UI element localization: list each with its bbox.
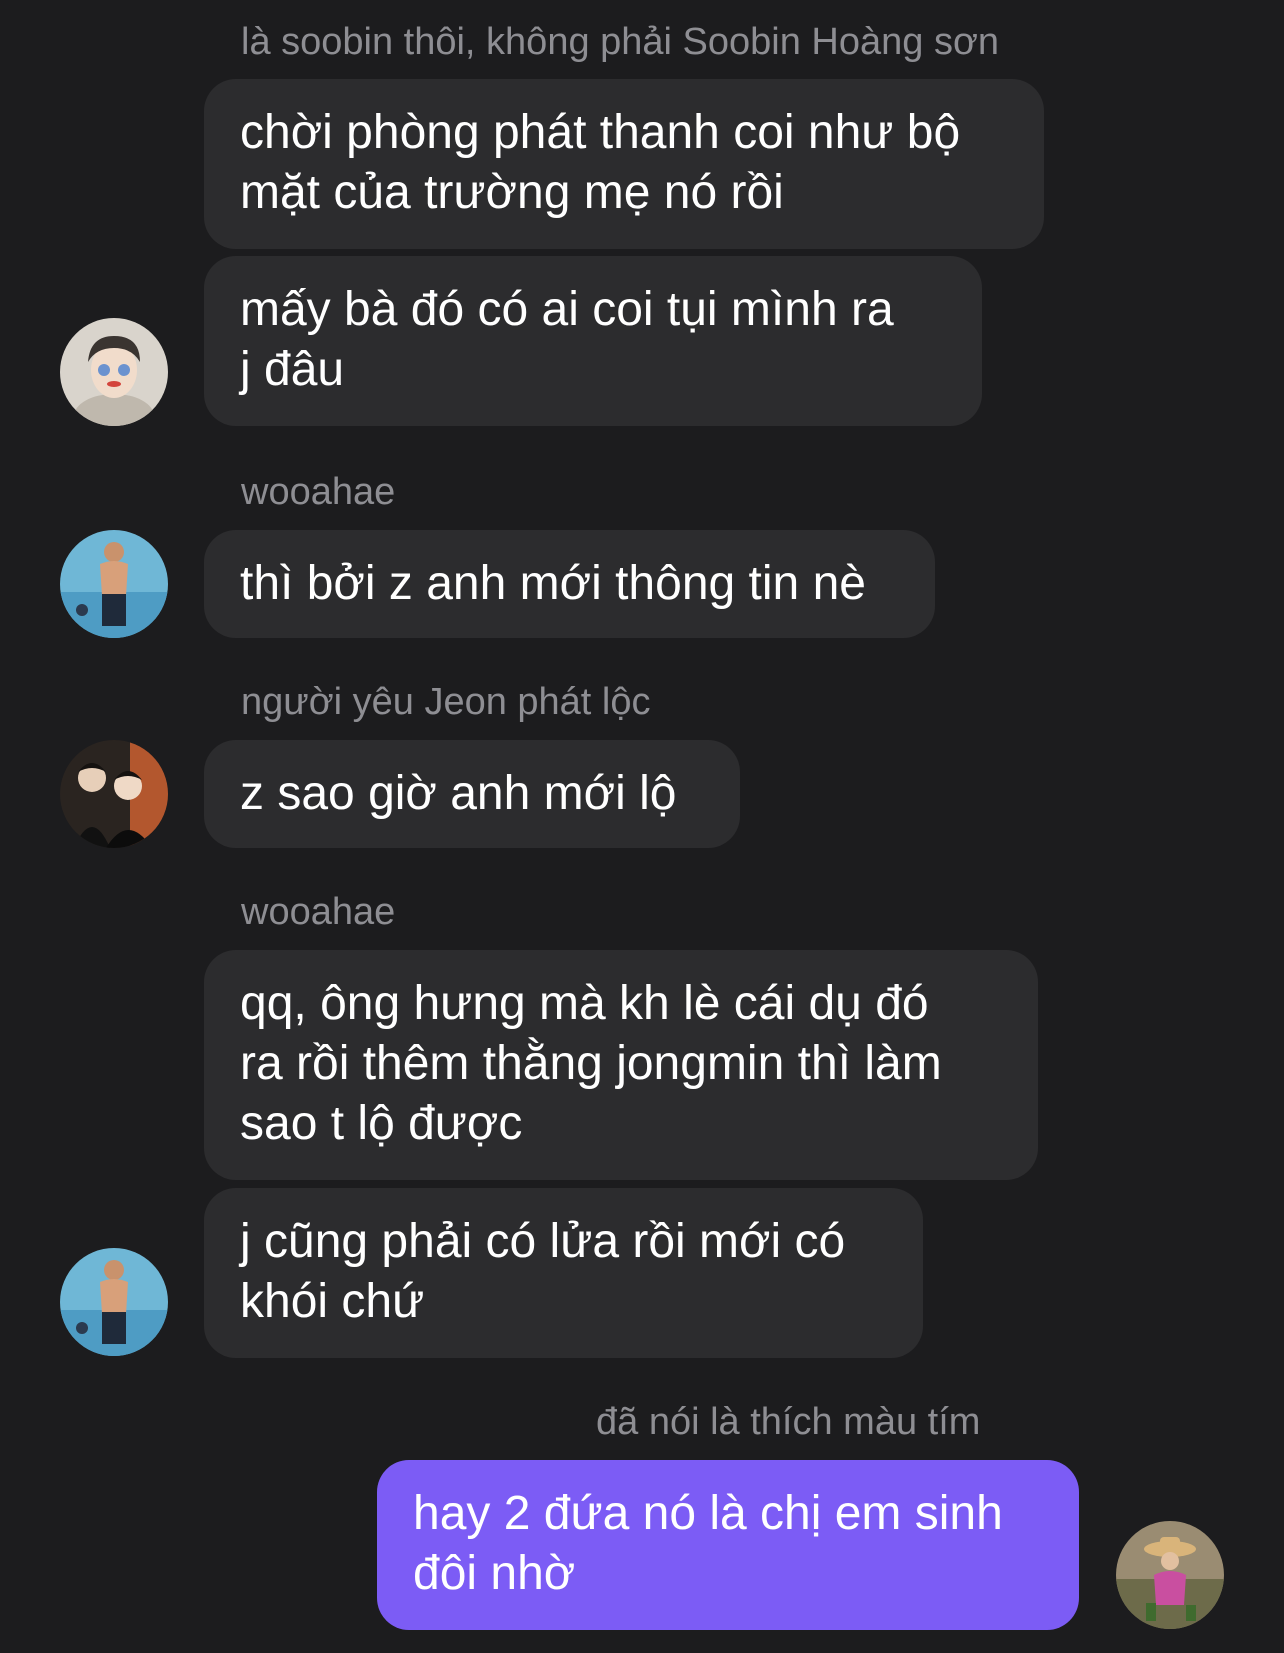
message-bubble[interactable]: chời phòng phát thanh coi như bộ mặt của… [204,79,1044,249]
avatar-jeon[interactable] [60,740,168,848]
message-text-line: khói chứ [240,1275,425,1328]
message-text-line: hay 2 đứa nó là chị em sinh [413,1487,1003,1540]
sender-name-wooahae: wooahae [241,891,396,933]
sender-name-jeon: người yêu Jeon phát lộc [241,681,651,723]
chat-screen: { "messages": [ {"sender": "là soobin th… [0,0,1284,1653]
message-bubble[interactable]: j cũng phải có lửa rồi mới có khói chứ [204,1188,923,1358]
message-text-line: z sao giờ anh mới lộ [240,767,677,820]
my-message-bubble[interactable]: hay 2 đứa nó là chị em sinh đôi nhờ [377,1460,1079,1630]
message-text-line: thì bởi z anh mới thông tin nè [240,557,866,610]
message-text-line: j cũng phải có lửa rồi mới có [240,1215,846,1268]
message-text-line: mấy bà đó có ai coi tụi mình ra [240,283,894,336]
sender-name-soobin: là soobin thôi, không phải Soobin Hoàng … [241,21,1000,63]
message-text-line: mặt của trường mẹ nó rồi [240,166,784,219]
message-text-line: sao t lộ được [240,1097,523,1150]
avatar-wooahae[interactable] [60,530,168,638]
message-text-line: ra rồi thêm thằng jongmin thì làm [240,1037,942,1090]
message-text-line: chời phòng phát thanh coi như bộ [240,106,961,159]
message-text-line: qq, ông hưng mà kh lè cái dụ đó [240,977,929,1030]
message-bubble[interactable]: z sao giờ anh mới lộ [204,740,740,848]
message-bubble[interactable]: thì bởi z anh mới thông tin nè [204,530,935,638]
avatar-me[interactable] [1116,1521,1224,1629]
message-text-line: đôi nhờ [413,1547,576,1600]
message-bubble[interactable]: qq, ông hưng mà kh lè cái dụ đó ra rồi t… [204,950,1038,1180]
message-bubble[interactable]: mấy bà đó có ai coi tụi mình ra j đâu [204,256,982,426]
message-text-line: j đâu [240,343,345,396]
avatar-wooahae[interactable] [60,1248,168,1356]
sender-name-wooahae: wooahae [241,471,396,513]
sender-name-me: đã nói là thích màu tím [596,1401,981,1443]
avatar-soobin[interactable] [60,318,168,426]
